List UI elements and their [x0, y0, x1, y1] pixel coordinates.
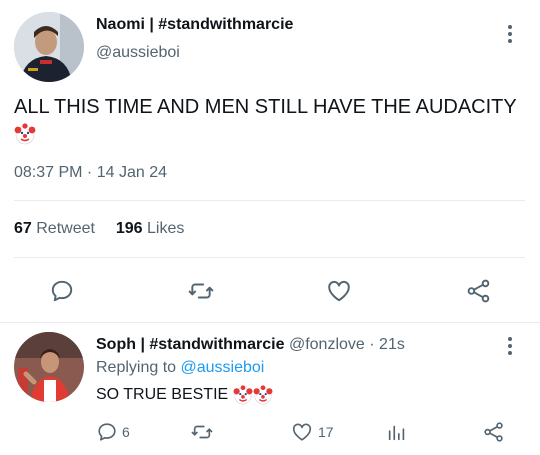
- reply-like-button[interactable]: 17: [290, 421, 334, 443]
- like-label[interactable]: Likes: [147, 220, 184, 237]
- clown-face-icon: [14, 123, 36, 145]
- share-icon: [467, 279, 490, 303]
- like-icon: [292, 423, 312, 441]
- like-icon: [328, 280, 350, 302]
- reply-icon: [98, 423, 116, 441]
- reply-text-body: SO TRUE BESTIE: [96, 386, 229, 403]
- tweet-timestamp[interactable]: 08:37 PM · 14 Jan 24: [14, 164, 167, 182]
- retweet-icon: [191, 425, 213, 439]
- replying-to-prefix: Replying to: [96, 359, 177, 376]
- clown-face-icon: [233, 385, 253, 405]
- divider: [0, 322, 540, 323]
- tweet-avatar[interactable]: [14, 12, 84, 82]
- tweet-text-body: ALL THIS TIME AND MEN STILL HAVE THE AUD…: [14, 96, 517, 118]
- reply-button[interactable]: [48, 277, 76, 305]
- retweet-icon: [188, 283, 214, 299]
- share-icon: [484, 422, 503, 442]
- reply-like-count: 17: [318, 424, 334, 440]
- tweet-handle[interactable]: @aussieboi: [96, 44, 180, 62]
- reply-time[interactable]: · 21s: [369, 336, 405, 353]
- replying-to: Replying to @aussieboi: [96, 359, 264, 377]
- replying-to-handle[interactable]: @aussieboi: [181, 359, 265, 376]
- reply-retweet-button[interactable]: [190, 421, 214, 443]
- reply-display-name[interactable]: Soph | #standwithmarcie: [96, 336, 285, 353]
- reply-reply-button[interactable]: 6: [96, 421, 130, 443]
- reply-reply-count: 6: [122, 424, 130, 440]
- views-icon: [388, 425, 405, 441]
- reply-icon: [51, 280, 73, 302]
- tweet-text: ALL THIS TIME AND MEN STILL HAVE THE AUD…: [14, 94, 529, 146]
- reply-header: Soph | #standwithmarcie @fonzlove · 21s: [96, 336, 405, 354]
- tweet-more-icon[interactable]: [500, 24, 520, 44]
- reply-text: SO TRUE BESTIE: [96, 384, 273, 406]
- tweet-stats: 67 Retweet 196 Likes: [14, 220, 184, 238]
- reply-avatar[interactable]: [14, 332, 84, 402]
- reply-handle[interactable]: @fonzlove: [289, 336, 365, 353]
- retweet-count[interactable]: 67: [14, 220, 32, 237]
- retweet-label[interactable]: Retweet: [36, 220, 95, 237]
- reply-more-icon[interactable]: [500, 336, 520, 356]
- divider: [14, 200, 525, 201]
- reply-views-button[interactable]: [386, 421, 408, 443]
- like-count[interactable]: 196: [116, 220, 143, 237]
- tweet-display-name[interactable]: Naomi | #standwithmarcie: [96, 16, 293, 34]
- share-button[interactable]: [464, 277, 494, 305]
- clown-face-icon: [253, 385, 273, 405]
- retweet-button[interactable]: [186, 277, 216, 305]
- divider: [14, 257, 525, 258]
- reply-share-button[interactable]: [483, 421, 505, 443]
- like-button[interactable]: [324, 277, 354, 305]
